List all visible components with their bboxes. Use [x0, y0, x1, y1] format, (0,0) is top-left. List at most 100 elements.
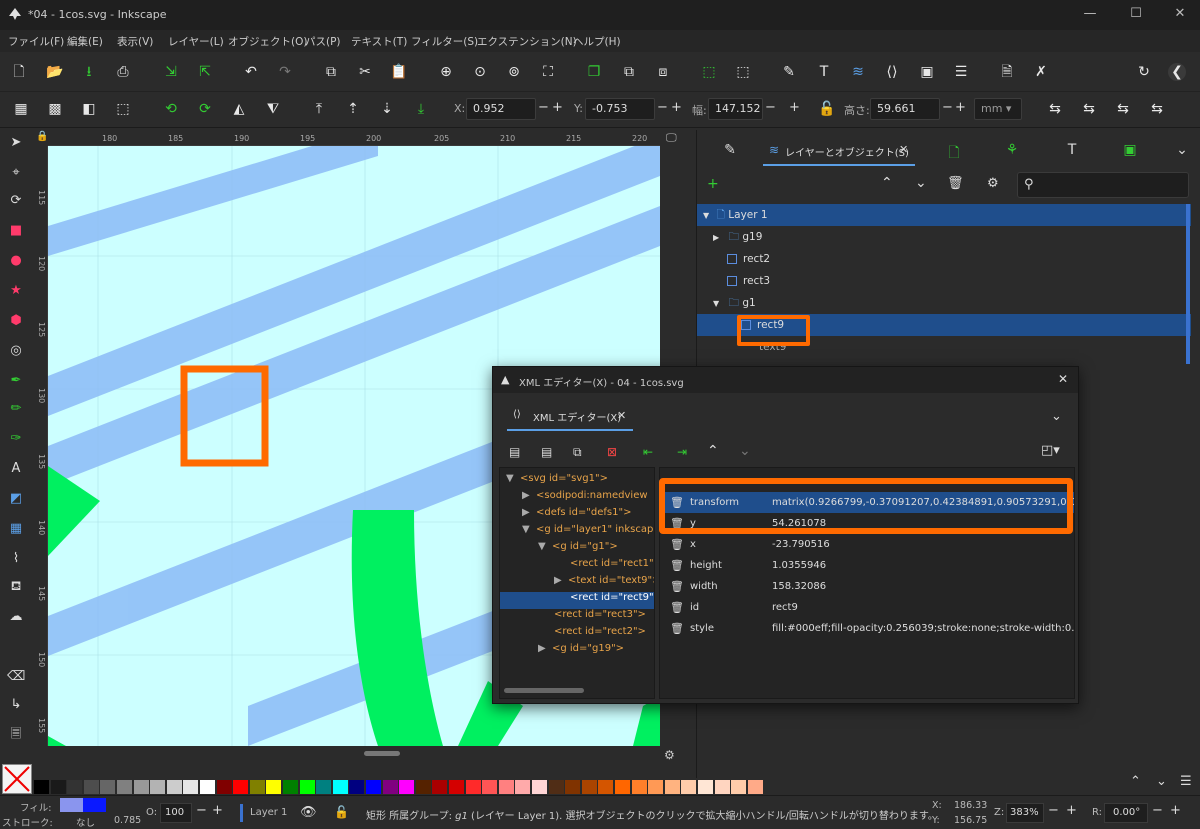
- palette-swatch[interactable]: [382, 780, 398, 794]
- palette-swatch[interactable]: [515, 780, 531, 794]
- transform-gradients-icon[interactable]: ⇆: [1114, 100, 1132, 118]
- tab-layers-objects[interactable]: ≋ レイヤーとオブジェクト(S) ✕: [763, 136, 915, 166]
- palette-swatch[interactable]: [299, 780, 315, 794]
- color-management-icon[interactable]: ⚙: [664, 748, 675, 762]
- no-paint-swatch[interactable]: [2, 764, 32, 794]
- duplicate-node-icon[interactable]: ⧉: [573, 445, 582, 460]
- export-icon[interactable]: ⇱: [196, 63, 214, 81]
- palette-swatch[interactable]: [366, 780, 381, 794]
- raise-icon[interactable]: ⇡: [344, 100, 362, 118]
- palette-swatch[interactable]: [216, 780, 232, 794]
- height-decrement-icon[interactable]: −: [942, 100, 953, 115]
- preferences-icon[interactable]: ✗: [1032, 63, 1050, 81]
- palette-swatch[interactable]: [249, 780, 265, 794]
- redo-icon[interactable]: ↷: [276, 63, 294, 81]
- y-decrement-icon[interactable]: −: [657, 100, 668, 115]
- palette-swatch[interactable]: [681, 780, 697, 794]
- visibility-eye-icon[interactable]: 👁: [300, 805, 317, 820]
- rectangle-tool-icon[interactable]: ■: [7, 222, 25, 240]
- tree-node[interactable]: <rect id="rect1">: [570, 558, 654, 569]
- document-properties-icon[interactable]: 🗎: [998, 63, 1016, 81]
- new-text-node-icon[interactable]: ▤: [541, 445, 552, 459]
- palette-swatch[interactable]: [349, 780, 365, 794]
- y-field[interactable]: -0.753: [585, 98, 655, 120]
- paint-bucket-tool-icon[interactable]: ⛾: [7, 578, 25, 596]
- tree-expander[interactable]: ▶: [554, 575, 562, 586]
- lower-icon[interactable]: ⇣: [378, 100, 396, 118]
- width-field[interactable]: 147.152: [708, 98, 763, 120]
- menu-filter[interactable]: フィルター(S): [411, 34, 478, 49]
- fill-stroke-icon[interactable]: ✎: [780, 63, 798, 81]
- attribute-row-height[interactable]: 🗑 height 1.0355946: [660, 555, 1074, 576]
- minimize-icon[interactable]: —: [1082, 6, 1098, 22]
- palette-swatch[interactable]: [631, 780, 647, 794]
- delete-attribute-icon[interactable]: 🗑: [670, 597, 684, 618]
- connector-tool-icon[interactable]: ↳: [7, 696, 25, 714]
- display-mode-icon[interactable]: 🖵: [666, 131, 677, 145]
- flip-horizontal-icon[interactable]: ◭: [230, 100, 248, 118]
- tweak-tool-icon[interactable]: ⟳: [7, 192, 25, 210]
- palette-swatch[interactable]: [548, 780, 564, 794]
- unit-select[interactable]: mm ▾: [974, 98, 1022, 120]
- rotate-increment-icon[interactable]: +: [1170, 803, 1181, 818]
- ellipse-tool-icon[interactable]: ●: [7, 252, 25, 270]
- 3d-box-tool-icon[interactable]: ⬢: [7, 312, 25, 330]
- opacity-increment-icon[interactable]: +: [212, 803, 223, 818]
- palette-swatch[interactable]: [731, 780, 747, 794]
- tree-node[interactable]: <rect id="rect3">: [554, 609, 646, 620]
- transform-patterns-icon[interactable]: ⇆: [1148, 100, 1166, 118]
- expander-icon[interactable]: ▶: [713, 233, 719, 242]
- snap-menu-icon[interactable]: ❮: [1168, 63, 1186, 81]
- palette-swatch[interactable]: [67, 780, 83, 794]
- lower-bottom-icon[interactable]: ⤓: [412, 100, 430, 118]
- menu-edit[interactable]: 編集(E): [67, 34, 103, 49]
- palette-swatch[interactable]: [581, 780, 597, 794]
- indent-node-icon[interactable]: ⇥: [677, 445, 687, 459]
- new-element-node-icon[interactable]: ▤: [509, 445, 520, 459]
- rotate-decrement-icon[interactable]: −: [1152, 803, 1163, 818]
- cut-icon[interactable]: ✂: [356, 63, 374, 81]
- palette-swatch[interactable]: [266, 780, 282, 794]
- x-decrement-icon[interactable]: −: [538, 100, 549, 115]
- attribute-row-x[interactable]: 🗑 x -23.790516: [660, 534, 1074, 555]
- add-layer-icon[interactable]: +: [707, 176, 719, 192]
- palette-swatch[interactable]: [747, 780, 763, 794]
- opacity-field[interactable]: 100: [160, 803, 192, 823]
- palette-swatch[interactable]: [34, 780, 49, 794]
- attribute-row-width[interactable]: 🗑 width 158.32086: [660, 576, 1074, 597]
- tree-scrollbar[interactable]: [504, 688, 584, 693]
- palette-swatch[interactable]: [183, 780, 199, 794]
- select-all-icon[interactable]: ▦: [12, 100, 30, 118]
- star-tool-icon[interactable]: ★: [7, 282, 25, 300]
- zoom-drawing-icon[interactable]: ⊙: [471, 63, 489, 81]
- touch-select-icon[interactable]: ⬚: [114, 100, 132, 118]
- palette-swatch[interactable]: [482, 780, 498, 794]
- rotate-field[interactable]: 0.00°: [1104, 803, 1148, 823]
- group-icon[interactable]: ⬚: [700, 63, 718, 81]
- pages-tool-icon[interactable]: 🗏: [7, 726, 25, 744]
- attribute-value[interactable]: 158.32086: [772, 576, 826, 597]
- select-all-layers-icon[interactable]: ▩: [46, 100, 64, 118]
- fill-stroke-tab-icon[interactable]: ✎: [721, 142, 739, 160]
- text-tool-icon[interactable]: A: [7, 460, 25, 478]
- palette-swatch[interactable]: [50, 780, 66, 794]
- palette-swatch[interactable]: [332, 780, 348, 794]
- expander-icon[interactable]: ▼: [713, 299, 719, 308]
- fill-swatch[interactable]: [60, 798, 106, 812]
- palette-menu-icon[interactable]: ☰: [1180, 774, 1192, 789]
- attribute-row-id[interactable]: 🗑 id rect9: [660, 597, 1074, 618]
- palette-swatch[interactable]: [698, 780, 713, 794]
- y-increment-icon[interactable]: +: [671, 100, 682, 115]
- dropper-tool-icon[interactable]: ⌇: [7, 550, 25, 568]
- palette-scroll-down-icon[interactable]: ⌄: [1156, 774, 1167, 789]
- delete-attribute-icon[interactable]: 🗑: [670, 534, 684, 555]
- palette-scroll-up-icon[interactable]: ⌃: [1130, 774, 1141, 789]
- attribute-value[interactable]: rect9: [772, 597, 798, 618]
- pencil-tool-icon[interactable]: ✏: [7, 400, 25, 418]
- menu-help[interactable]: ヘルプ(H): [573, 34, 621, 49]
- palette-swatch[interactable]: [283, 780, 298, 794]
- palette-swatch[interactable]: [598, 780, 614, 794]
- node-tool-icon[interactable]: ⌖: [7, 164, 25, 182]
- snap-icon[interactable]: ↻: [1135, 63, 1153, 81]
- symbols-icon[interactable]: ▣: [918, 63, 936, 81]
